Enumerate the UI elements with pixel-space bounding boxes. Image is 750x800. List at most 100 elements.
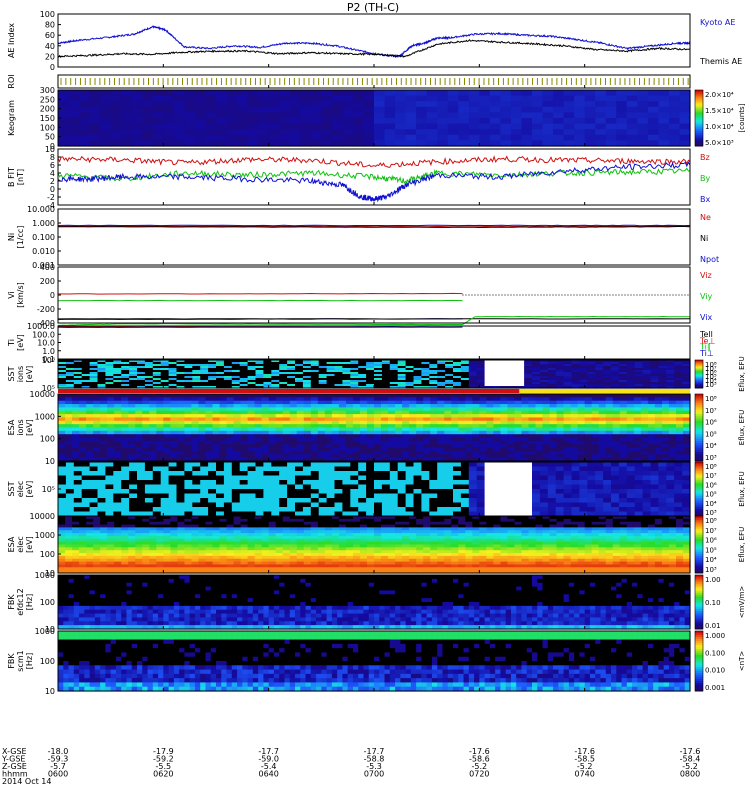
spec-cell-9: [579, 462, 588, 468]
spec-cell-2: [205, 90, 217, 97]
spec-cell-9: [192, 484, 201, 490]
spec-cell-9: [137, 489, 146, 495]
spec-cell-9: [524, 507, 533, 513]
spec-cell-9: [374, 502, 383, 508]
spec-cell-2: [342, 95, 354, 102]
spec-cell-2: [458, 134, 470, 141]
spec-cell-2: [405, 90, 417, 97]
spec-cell-2: [584, 90, 596, 97]
spec-cell-9: [223, 471, 233, 477]
spec-cell-9: [674, 475, 683, 481]
series-line-4-2: [57, 224, 691, 227]
spec-cell-9: [105, 484, 114, 490]
spec-cell-9: [508, 480, 517, 486]
spec-cell-9: [579, 466, 588, 472]
spec-cell-9: [318, 502, 328, 508]
spec-cell-9: [389, 462, 399, 468]
spec-cell-9: [563, 484, 573, 490]
spec-cell-9: [492, 498, 501, 504]
spec-cell-2: [184, 95, 196, 102]
spec-cell-9: [168, 489, 178, 495]
spec-cell-2: [574, 112, 586, 119]
spec-cell-9: [547, 475, 557, 481]
spec-cell-9: [200, 498, 209, 504]
spec-cell-9: [144, 475, 154, 481]
spec-cell-9: [453, 507, 462, 513]
spec-cell-9: [271, 493, 280, 499]
spec-cell-9: [476, 471, 486, 477]
spec-cell-2: [637, 106, 649, 113]
spec-cell-2: [163, 123, 175, 130]
spec-cell-9: [168, 471, 178, 477]
spec-cell-2: [226, 123, 238, 130]
spec-cell-9: [429, 471, 438, 477]
spec-cell-2: [142, 106, 154, 113]
spec-cell-9: [65, 484, 75, 490]
spec-cell-9: [137, 493, 146, 499]
spec-cell-9: [168, 466, 178, 472]
spec-cell-2: [574, 123, 586, 130]
spec-cell-9: [508, 507, 517, 513]
spec-cell-9: [460, 471, 470, 477]
spec-cell-2: [352, 123, 365, 130]
spec-cell-9: [682, 466, 691, 472]
spec-cell-9: [255, 493, 264, 499]
spec-cell-2: [668, 123, 681, 130]
spec-cell-2: [416, 101, 428, 108]
spec-cell-9: [358, 489, 367, 495]
spec-cell-9: [563, 466, 573, 472]
spec-cell-9: [626, 484, 636, 490]
spec-cell-9: [634, 471, 644, 477]
spec-cell-9: [413, 475, 422, 481]
spec-cell-2: [637, 134, 649, 141]
spec-cell-9: [389, 466, 399, 472]
spec-cell-9: [532, 471, 541, 477]
spec-cell-9: [445, 475, 454, 481]
spec-cell-9: [58, 502, 67, 508]
spec-cell-9: [326, 462, 336, 468]
spec-cell-9: [429, 480, 438, 486]
spec-cell-9: [113, 507, 122, 513]
spec-cell-9: [247, 489, 257, 495]
spec-cell-9: [674, 498, 683, 504]
spec-cell-9: [468, 502, 478, 508]
spec-cell-2: [532, 95, 544, 102]
spec-cell-9: [516, 507, 525, 513]
spec-cell-2: [563, 95, 575, 102]
spec-cell-2: [184, 106, 196, 113]
spec-cell-9: [144, 462, 154, 468]
spec-cell-2: [247, 123, 259, 130]
spec-cell-2: [258, 118, 270, 125]
spec-cell-2: [616, 95, 628, 102]
spec-cell-9: [279, 498, 288, 504]
spec-cell-2: [216, 101, 228, 108]
spec-cell-9: [437, 493, 446, 499]
spec-cell-9: [247, 471, 257, 477]
spec-cell-9: [611, 484, 620, 490]
spec-cell-2: [658, 106, 670, 113]
spec-cell-9: [634, 493, 644, 499]
spec-cell-2: [173, 134, 185, 141]
spec-cell-2: [268, 95, 280, 102]
spec-cell-2: [58, 123, 70, 130]
spec-cell-9: [453, 502, 462, 508]
spec-cell-9: [405, 466, 415, 472]
spec-cell-9: [516, 493, 525, 499]
spec-cell-9: [508, 493, 517, 499]
spec-cell-2: [647, 95, 659, 102]
spec-cell-2: [279, 95, 291, 102]
spec-cell-9: [397, 502, 407, 508]
spec-cell-2: [68, 123, 80, 130]
spec-cell-9: [484, 475, 494, 481]
spec-cell-9: [421, 493, 430, 499]
spec-cell-2: [247, 134, 259, 141]
spec-cell-9: [334, 484, 343, 490]
spec-cell-9: [437, 489, 446, 495]
spec-cell-9: [263, 471, 272, 477]
spec-cell-9: [374, 466, 383, 472]
spec-cell-9: [231, 507, 241, 513]
spec-cell-2: [447, 90, 459, 97]
spec-cell-2: [395, 95, 407, 102]
spec-cell-9: [445, 507, 454, 513]
spec-cell-9: [460, 466, 470, 472]
